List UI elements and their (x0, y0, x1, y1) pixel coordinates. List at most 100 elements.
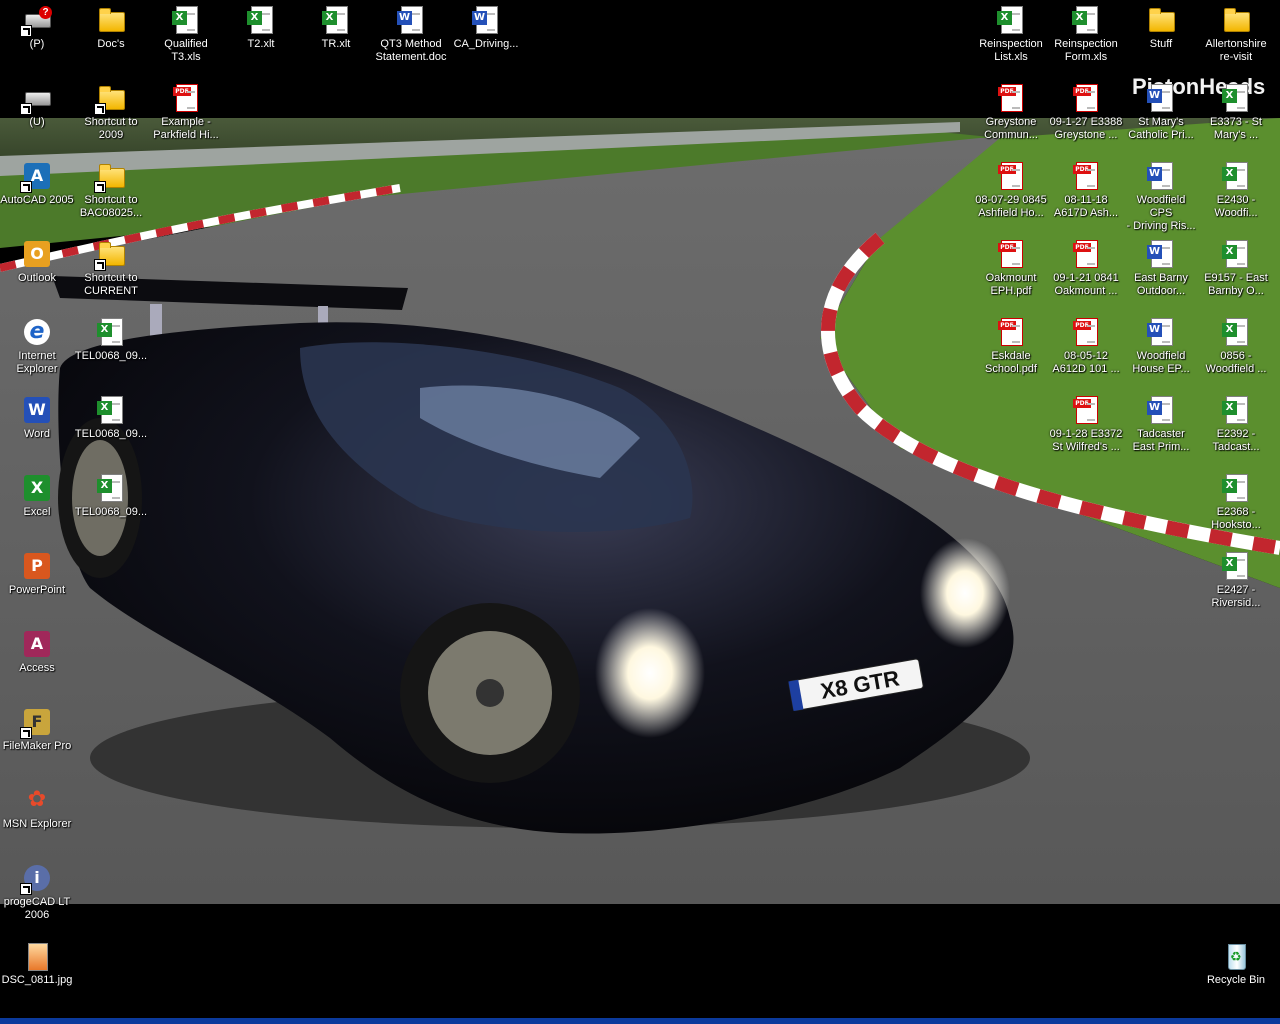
woodfield-cps-icon[interactable]: W Woodfield CPS - Driving Ris... (1124, 160, 1198, 233)
filemaker-app-icon[interactable]: F FileMaker Pro (0, 706, 74, 753)
icon-label: progeCAD LT 2006 (3, 896, 71, 921)
shortcut-bac-icon[interactable]: Shortcut to BAC08025... (74, 160, 148, 220)
excel-file-icon: X (95, 316, 127, 348)
e9157-icon[interactable]: X E9157 - East Barnby O... (1199, 238, 1273, 298)
t2-xlt-icon[interactable]: X T2.xlt (224, 4, 298, 51)
e3373-icon[interactable]: X E3373 - St Mary's ... (1199, 82, 1273, 142)
icon-label: TEL0068_09... (74, 350, 148, 362)
stuff-folder-icon[interactable]: Stuff (1124, 4, 1198, 51)
e2427-icon[interactable]: X E2427 - Riversid... (1199, 550, 1273, 610)
shortcut-current-icon[interactable]: Shortcut to CURRENT (74, 238, 148, 298)
icon-label: Word (23, 428, 51, 440)
pdf-file-icon: PDF (1070, 238, 1102, 270)
icon-label: Tadcaster East Prim... (1132, 428, 1190, 453)
oakmount-eph-icon[interactable]: PDF Oakmount EPH.pdf (974, 238, 1048, 298)
e2392-icon[interactable]: X E2392 - Tadcast... (1199, 394, 1273, 454)
internet-explorer-icon[interactable]: e Internet Explorer (0, 316, 74, 376)
excel-file-icon: X (95, 472, 127, 504)
eskdale-icon[interactable]: PDF Eskdale School.pdf (974, 316, 1048, 376)
word-file-icon: W (1145, 394, 1177, 426)
drive-p-icon[interactable]: ? (P) (0, 4, 74, 51)
example-parkfield-icon[interactable]: PDF Example - Parkfield Hi... (149, 82, 223, 142)
autocad-app-icon: A (20, 160, 53, 193)
excel-file-icon: X (1220, 82, 1252, 114)
st-wilfreds-icon[interactable]: PDF 09-1-28 E3372 St Wilfred's ... (1049, 394, 1123, 454)
folder-shortcut-icon (94, 238, 127, 271)
network-drive-icon: ? (20, 4, 53, 37)
icon-label: Shortcut to CURRENT (84, 272, 138, 297)
icon-label: Qualified T3.xls (164, 38, 208, 63)
greystone-commun-icon[interactable]: PDF Greystone Commun... (974, 82, 1048, 142)
icon-label: Recycle Bin (1206, 974, 1266, 986)
icon-label: E9157 - East Barnby O... (1204, 272, 1268, 297)
icon-label: East Barny Outdoor... (1134, 272, 1188, 297)
woodfield-house-icon[interactable]: W Woodfield House EP... (1124, 316, 1198, 376)
word-file-icon: W (1145, 82, 1177, 114)
e2368-icon[interactable]: X E2368 - Hooksto... (1199, 472, 1273, 532)
woodfield-0856-icon[interactable]: X 0856 - Woodfield ... (1199, 316, 1273, 376)
reinspection-list-icon[interactable]: X Reinspection List.xls (974, 4, 1048, 64)
autocad-icon[interactable]: A AutoCAD 2005 (0, 160, 74, 207)
icon-label: 09-1-27 E3388 Greystone ... (1049, 116, 1123, 141)
icon-label: Excel (23, 506, 51, 518)
st-marys-catholic-icon[interactable]: W St Mary's Catholic Pri... (1124, 82, 1198, 142)
excel-file-icon: X (245, 4, 277, 36)
ashfield-icon[interactable]: PDF 08-07-29 0845 Ashfield Ho... (974, 160, 1048, 220)
excel-file-icon: X (170, 4, 202, 36)
icon-label: QT3 Method Statement.doc (375, 38, 447, 63)
dsc-0811-icon[interactable]: DSC_0811.jpg (0, 940, 74, 987)
pdf-file-icon: PDF (170, 82, 202, 114)
ca-driving-icon[interactable]: W CA_Driving... (449, 4, 523, 51)
icon-label: 08-11-18 A617D Ash... (1053, 194, 1119, 219)
icon-label: Reinspection List.xls (979, 38, 1043, 63)
word-app-icon[interactable]: W Word (0, 394, 74, 441)
excel-file-icon: X (1220, 550, 1252, 582)
greystone-0927-icon[interactable]: PDF 09-1-27 E3388 Greystone ... (1049, 82, 1123, 142)
qt3-method-icon[interactable]: W QT3 Method Statement.doc (374, 4, 448, 64)
qualified-t3-icon[interactable]: X Qualified T3.xls (149, 4, 223, 64)
reinspection-form-icon[interactable]: X Reinspection Form.xls (1049, 4, 1123, 64)
excel-file-icon: X (1220, 238, 1252, 270)
icon-label: Allertonshire re-visit (1205, 38, 1267, 63)
a617d-icon[interactable]: PDF 08-11-18 A617D Ash... (1049, 160, 1123, 220)
icon-label: E2392 - Tadcast... (1212, 428, 1260, 453)
msn-explorer-app-icon[interactable]: ✿ MSN Explorer (0, 784, 74, 831)
jpeg-image-icon (21, 940, 53, 972)
outlook-icon[interactable]: O Outlook (0, 238, 74, 285)
icon-label: PowerPoint (8, 584, 66, 596)
pdf-file-icon: PDF (1070, 160, 1102, 192)
excel-app-icon[interactable]: X Excel (0, 472, 74, 519)
tel0068-3-icon[interactable]: X TEL0068_09... (74, 472, 148, 519)
tel0068-2-icon[interactable]: X TEL0068_09... (74, 394, 148, 441)
word-file-icon: W (470, 4, 502, 36)
tel0068-1-icon[interactable]: X TEL0068_09... (74, 316, 148, 363)
recycle-bin-icon[interactable]: Recycle Bin (1199, 940, 1273, 987)
drive-u-icon[interactable]: (U) (0, 82, 74, 129)
pdf-file-icon: PDF (1070, 82, 1102, 114)
wallpaper-photo: X8 GTR (0, 118, 1280, 904)
powerpoint-app-icon[interactable]: P PowerPoint (0, 550, 74, 597)
e2430-icon[interactable]: X E2430 - Woodfi... (1199, 160, 1273, 220)
access-icon: A (21, 628, 53, 660)
pdf-file-icon: PDF (995, 82, 1027, 114)
oakmount-0841-icon[interactable]: PDF 09-1-21 0841 Oakmount ... (1049, 238, 1123, 298)
shortcut-2009-icon[interactable]: Shortcut to 2009 (74, 82, 148, 142)
filemaker-icon: F (20, 706, 53, 739)
excel-file-icon: X (995, 4, 1027, 36)
access-app-icon[interactable]: A Access (0, 628, 74, 675)
docs-folder-icon[interactable]: Doc's (74, 4, 148, 51)
icon-label: Shortcut to 2009 (84, 116, 138, 141)
a612d-icon[interactable]: PDF 08-05-12 A612D 101 ... (1049, 316, 1123, 376)
tadcaster-icon[interactable]: W Tadcaster East Prim... (1124, 394, 1198, 454)
icon-label: 09-1-28 E3372 St Wilfred's ... (1049, 428, 1123, 453)
icon-label: Woodfield House EP... (1132, 350, 1190, 375)
tr-xlt-icon[interactable]: X TR.xlt (299, 4, 373, 51)
east-barny-icon[interactable]: W East Barny Outdoor... (1124, 238, 1198, 298)
icon-label: E2368 - Hooksto... (1211, 506, 1261, 531)
allertonshire-folder-icon[interactable]: Allertonshire re-visit (1199, 4, 1273, 64)
icon-label: Shortcut to BAC08025... (79, 194, 143, 219)
excel-file-icon: X (1220, 472, 1252, 504)
word-icon: W (21, 394, 53, 426)
progecad-app-icon[interactable]: i progeCAD LT 2006 (0, 862, 74, 922)
folder-icon (1220, 4, 1252, 36)
